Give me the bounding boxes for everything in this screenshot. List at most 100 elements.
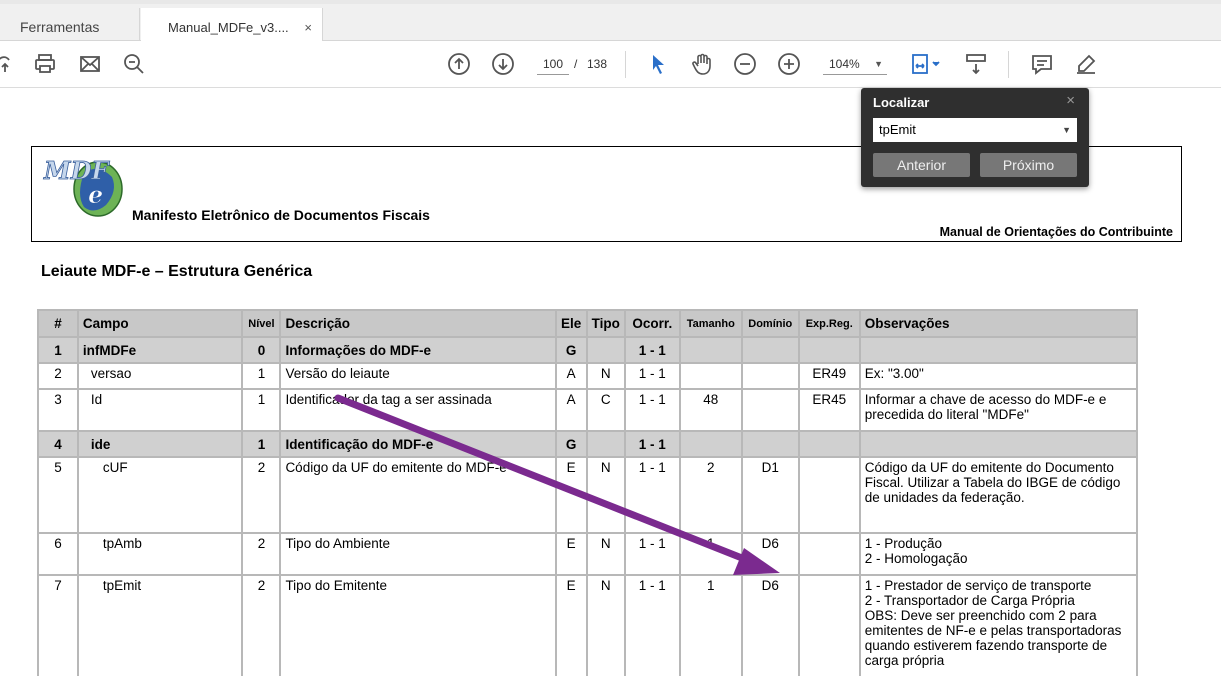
cell-tamanho: 2 [678,456,743,534]
cell-tipo: N [585,574,626,676]
table-row: 7 tpEmit 2 Tipo do Emitente E N 1 - 1 1 … [37,574,1139,676]
search-zoom-icon[interactable] [121,51,147,77]
next-button[interactable]: Próximo [980,153,1077,177]
cell-expreg [797,532,861,576]
table-row: 3 Id 1 Identificador da tag a ser assina… [37,388,1139,432]
col-header: Observações [858,309,1139,338]
cell-descricao: Identificador da tag a ser assinada [279,388,557,432]
fit-page-icon[interactable] [907,51,945,77]
cell-expreg [797,574,861,676]
cell-dominio [740,388,800,432]
cell-ele: E [554,574,588,676]
cell-dominio: D6 [740,532,800,576]
print-icon[interactable] [32,51,58,77]
scroll-mode-icon[interactable] [963,51,989,77]
highlight-pen-icon[interactable] [1073,51,1099,77]
zoom-out-icon[interactable] [732,51,758,77]
cell-campo: tpEmit [76,574,244,676]
cell-ocorr: 1 - 1 [623,362,681,390]
hand-tool-icon[interactable] [689,51,715,77]
find-panel: Localizar × tpEmit ▼ Anterior Próximo [861,88,1089,187]
cell-campo: tpAmb [76,532,244,576]
document-header-subtitle: Manual de Orientações do Contribuinte [939,225,1173,239]
cell-dominio [740,336,800,364]
col-header: Tamanho [678,309,743,338]
cell-ele: G [554,430,588,458]
cell-ocorr: 1 - 1 [623,574,681,676]
cell-descricao: Tipo do Emitente [279,574,557,676]
cell-number: 7 [37,574,79,676]
cell-nivel: 1 [241,362,282,390]
previous-button[interactable]: Anterior [873,153,970,177]
cell-tipo: N [585,362,626,390]
cell-observacoes [858,336,1139,364]
svg-text:e: e [88,180,103,209]
zoom-value: 104% [829,57,860,71]
col-header: Ocorr. [623,309,681,338]
select-cursor-icon[interactable] [645,51,671,77]
zoom-select[interactable]: 104% ▼ [823,53,887,75]
cell-tipo: N [585,456,626,534]
cell-descricao: Identificação do MDF-e [279,430,557,458]
section-title: Leiaute MDF-e – Estrutura Genérica [41,263,313,280]
cell-expreg [797,430,861,458]
page-separator: / [574,57,578,71]
cell-campo: infMDFe [76,336,244,364]
cell-descricao: Versão do leiaute [279,362,557,390]
cell-observacoes: 1 - Prestador de serviço de transporte 2… [858,574,1139,676]
close-icon[interactable]: × [1066,92,1075,109]
table-row: 6 tpAmb 2 Tipo do Ambiente E N 1 - 1 1 D… [37,532,1139,576]
cell-tamanho [678,336,743,364]
mdfe-logo: MDF e [43,156,123,217]
cell-dominio [740,362,800,390]
find-query: tpEmit [879,122,916,137]
find-input[interactable]: tpEmit ▼ [873,118,1077,142]
page-number-input[interactable]: 100 [537,53,569,75]
comment-icon[interactable] [1029,51,1055,77]
cell-ocorr: 1 - 1 [623,456,681,534]
cell-observacoes: Código da UF do emitente do Documento Fi… [858,456,1139,534]
table-row: 5 cUF 2 Código da UF do emitente do MDF-… [37,456,1139,534]
chevron-down-icon[interactable]: ▼ [1062,118,1071,142]
close-icon[interactable]: × [304,20,312,35]
cell-descricao: Código da UF do emitente do MDF-e [279,456,557,534]
cell-tipo [585,336,626,364]
cell-observacoes: 1 - Produção 2 - Homologação [858,532,1139,576]
cell-campo: ide [76,430,244,458]
cell-expreg: ER45 [797,388,861,432]
cell-tamanho [678,362,743,390]
page-up-icon[interactable] [446,51,472,77]
cell-dominio: D1 [740,456,800,534]
layout-table: # Campo Nível Descrição Ele Tipo Ocorr. … [37,309,1139,676]
cell-tamanho: 1 [678,574,743,676]
cell-dominio: D6 [740,574,800,676]
email-icon[interactable] [77,51,103,77]
zoom-in-icon[interactable] [776,51,802,77]
cell-nivel: 2 [241,532,282,576]
cell-expreg: ER49 [797,362,861,390]
cell-number: 3 [37,388,79,432]
cell-tamanho [678,430,743,458]
cell-ele: E [554,456,588,534]
cell-ocorr: 1 - 1 [623,336,681,364]
cell-descricao: Tipo do Ambiente [279,532,557,576]
tab-document-label: Manual_MDFe_v3.... [168,19,289,35]
col-header: Nível [241,309,282,338]
cell-expreg [797,336,861,364]
page-down-icon[interactable] [490,51,516,77]
find-panel-title: Localizar [873,95,930,110]
cloud-upload-icon[interactable] [0,51,18,77]
col-header: Domínio [740,309,800,338]
cell-ele: A [554,362,588,390]
table-row: 4 ide 1 Identificação do MDF-e G 1 - 1 [37,430,1139,458]
cell-number: 6 [37,532,79,576]
toolbar: 100 / 138 104% ▼ [0,41,1221,88]
col-header: Tipo [585,309,626,338]
cell-ele: A [554,388,588,432]
toolbar-divider [625,51,626,78]
col-header: # [37,309,79,338]
cell-nivel: 2 [241,574,282,676]
col-header: Descrição [279,309,557,338]
tab-tools[interactable]: Ferramentas [0,8,140,45]
cell-nivel: 1 [241,430,282,458]
